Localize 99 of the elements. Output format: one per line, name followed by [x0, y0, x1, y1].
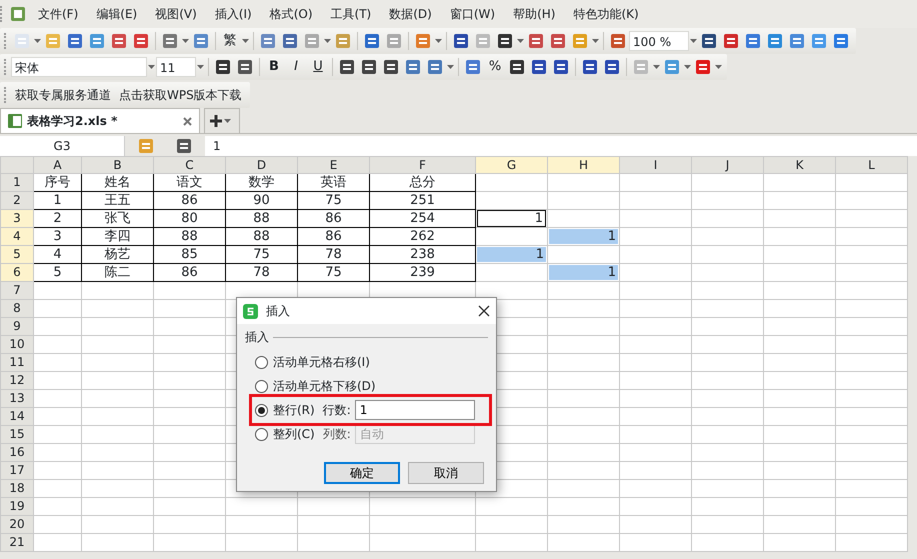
italic-button[interactable]: I: [285, 56, 307, 78]
sheet-cell[interactable]: 1: [549, 229, 618, 244]
sheet-cell[interactable]: 86: [181, 193, 198, 208]
column-header[interactable]: K: [764, 156, 836, 174]
row-header[interactable]: 21: [0, 534, 34, 552]
sheet-cell[interactable]: 5: [53, 265, 62, 280]
link[interactable]: 点击获取WPS版本下载: [115, 86, 246, 104]
dialog-title: 插入: [266, 303, 291, 320]
column-header[interactable]: A: [34, 156, 82, 174]
column-header[interactable]: F: [370, 156, 476, 174]
link[interactable]: 获取专属服务通道: [11, 86, 115, 104]
row-header[interactable]: 20: [0, 516, 34, 534]
sheet-cell[interactable]: 85: [181, 247, 198, 262]
radio-button[interactable]: [255, 356, 268, 368]
sheet-cell[interactable]: 78: [325, 247, 342, 262]
row-header[interactable]: 6: [0, 264, 34, 282]
radio-button[interactable]: [255, 404, 268, 416]
menu-item[interactable]: 窗口(W): [440, 0, 504, 28]
sheet-cell[interactable]: 239: [410, 265, 435, 280]
row-header[interactable]: 18: [0, 480, 34, 498]
row-header[interactable]: 16: [0, 444, 34, 462]
sheet-cell[interactable]: 88: [253, 211, 270, 226]
menu-item[interactable]: 视图(V): [146, 0, 206, 28]
sheet-cell[interactable]: 75: [253, 247, 270, 262]
font-name-dropdown[interactable]: 宋体: [11, 57, 147, 77]
column-header[interactable]: G: [476, 156, 548, 174]
menu-item[interactable]: 插入(I): [206, 0, 261, 28]
sheet-cell[interactable]: 86: [181, 265, 198, 280]
close-icon[interactable]: [478, 305, 490, 317]
menu-item[interactable]: 格式(O): [260, 0, 322, 28]
column-header[interactable]: D: [226, 156, 298, 174]
row-header[interactable]: 19: [0, 498, 34, 516]
dialog-button[interactable]: 取消: [408, 462, 484, 484]
sheet-cell[interactable]: 1: [53, 193, 62, 208]
row-header[interactable]: 3: [0, 210, 34, 228]
file-tab[interactable]: 表格学习2.xls *: [0, 108, 200, 133]
column-header[interactable]: H: [548, 156, 620, 174]
sheet-cell[interactable]: 75: [325, 265, 342, 280]
sheet-cell[interactable]: 2: [53, 211, 62, 226]
group-label: 插入: [245, 329, 269, 346]
column-header[interactable]: L: [836, 156, 908, 174]
underline-button[interactable]: U: [307, 56, 329, 78]
option-label[interactable]: 活动单元格下移(D): [273, 377, 376, 395]
count-label: 列数:: [322, 426, 351, 443]
sheet-cell[interactable]: 75: [325, 193, 342, 208]
font-size-dropdown[interactable]: 11: [156, 57, 196, 77]
row-header[interactable]: 14: [0, 408, 34, 426]
column-header[interactable]: C: [154, 156, 226, 174]
sheet-cell[interactable]: 78: [253, 265, 270, 280]
sheet-cell[interactable]: 1: [549, 265, 618, 280]
row-header[interactable]: 11: [0, 354, 34, 372]
row-header[interactable]: 8: [0, 300, 34, 318]
dialog-button[interactable]: 确定: [324, 462, 400, 484]
sheet-cell[interactable]: 262: [410, 229, 435, 244]
sheet-cell[interactable]: 254: [410, 211, 435, 226]
percent-button[interactable]: %: [484, 56, 506, 78]
count-field[interactable]: 1: [354, 400, 475, 420]
column-header[interactable]: I: [620, 156, 692, 174]
sheet-cell[interactable]: 3: [53, 229, 62, 244]
menu-item[interactable]: 数据(D): [380, 0, 441, 28]
sheet-cell[interactable]: 88: [253, 229, 270, 244]
option-label[interactable]: 整行(R): [273, 401, 315, 419]
row-header[interactable]: 10: [0, 336, 34, 354]
row-header[interactable]: 17: [0, 462, 34, 480]
option-label[interactable]: 活动单元格右移(I): [273, 353, 370, 371]
sheet-cell[interactable]: 251: [410, 193, 435, 208]
row-header[interactable]: 5: [0, 246, 34, 264]
bold-button[interactable]: B: [263, 56, 285, 78]
menu-item[interactable]: 特色功能(K): [564, 0, 648, 28]
sheet-cell[interactable]: 86: [325, 229, 342, 244]
menu-item[interactable]: 编辑(E): [87, 0, 146, 28]
sheet-cell[interactable]: 1: [477, 210, 546, 226]
zoom-dropdown[interactable]: 100 %: [629, 31, 689, 51]
menu-item[interactable]: 帮助(H): [504, 0, 564, 28]
row-header[interactable]: 15: [0, 426, 34, 444]
row-header[interactable]: 12: [0, 372, 34, 390]
row-header[interactable]: 7: [0, 282, 34, 300]
row-header[interactable]: 9: [0, 318, 34, 336]
dialog-app-icon: [243, 304, 258, 318]
sheet-cell[interactable]: 90: [253, 193, 270, 208]
row-header[interactable]: 13: [0, 390, 34, 408]
sheet-cell[interactable]: 1: [477, 247, 546, 262]
menu-item[interactable]: 工具(T): [322, 0, 380, 28]
column-header[interactable]: B: [82, 156, 154, 174]
column-header[interactable]: J: [692, 156, 764, 174]
radio-button[interactable]: [255, 380, 268, 392]
sheet-cell[interactable]: 238: [410, 247, 435, 262]
sheet-cell[interactable]: 80: [181, 211, 198, 226]
row-header[interactable]: 2: [0, 192, 34, 210]
row-header[interactable]: 1: [0, 174, 34, 192]
row-header[interactable]: 4: [0, 228, 34, 246]
sheet-cell[interactable]: 88: [181, 229, 198, 244]
count-label: 行数:: [322, 402, 351, 419]
traditional-chinese-button[interactable]: 繁: [219, 30, 241, 52]
formula-input[interactable]: 1: [205, 137, 221, 155]
sheet-cell[interactable]: 4: [53, 247, 62, 262]
sheet-cell[interactable]: 86: [325, 211, 342, 226]
menu-item[interactable]: 文件(F): [29, 0, 88, 28]
column-header[interactable]: E: [298, 156, 370, 174]
